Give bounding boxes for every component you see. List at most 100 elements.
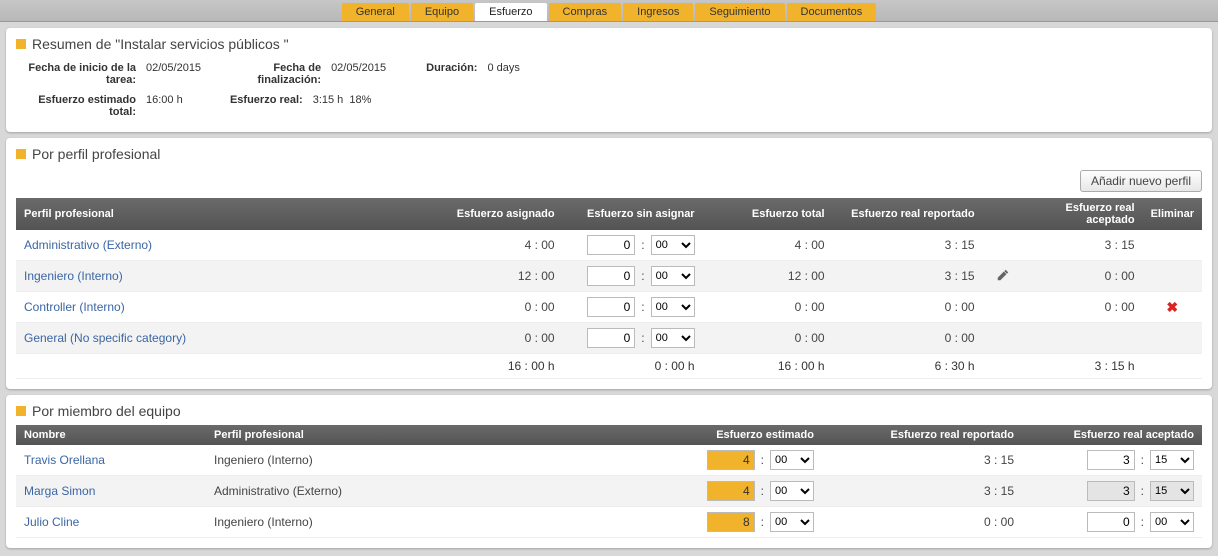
- th-total: Esfuerzo total: [703, 198, 833, 230]
- acc-min-select[interactable]: 00: [1150, 512, 1194, 532]
- tab-compras[interactable]: Compras: [549, 3, 622, 21]
- cell-accepted: 0 : 00: [1023, 261, 1143, 292]
- value-start-date: 02/05/2015: [146, 62, 201, 74]
- acc-hour-input[interactable]: [1087, 450, 1135, 470]
- profile-row: Administrativo (Externo)4 : 00:004 : 003…: [16, 230, 1202, 261]
- unassigned-hour-input[interactable]: [587, 328, 635, 348]
- total-accepted: 3 : 15 h: [1023, 354, 1143, 379]
- profiles-title: Por perfil profesional: [16, 146, 1202, 162]
- th-member-estimated: Esfuerzo estimado: [672, 425, 822, 445]
- est-min-select[interactable]: 00: [770, 512, 814, 532]
- est-min-select[interactable]: 00: [770, 481, 814, 501]
- profiles-table: Perfil profesional Esfuerzo asignado Esf…: [16, 198, 1202, 379]
- profile-link[interactable]: Ingeniero (Interno): [24, 269, 123, 283]
- label-duration: Duración:: [426, 62, 477, 74]
- cell-total: 4 : 00: [703, 230, 833, 261]
- est-min-select[interactable]: 00: [770, 450, 814, 470]
- total-reported: 6 : 30 h: [833, 354, 983, 379]
- est-hour-input[interactable]: [707, 450, 755, 470]
- cell-assigned: 4 : 00: [433, 230, 563, 261]
- tab-esfuerzo[interactable]: Esfuerzo: [475, 3, 546, 21]
- acc-hour-input[interactable]: [1087, 481, 1135, 501]
- cell-member-reported: 0 : 00: [822, 507, 1022, 538]
- th-delete: Eliminar: [1143, 198, 1202, 230]
- unassigned-min-select[interactable]: 00: [651, 235, 695, 255]
- label-est-effort: Esfuerzo estimado total:: [16, 94, 136, 118]
- th-profile: Perfil profesional: [16, 198, 433, 230]
- th-unassigned: Esfuerzo sin asignar: [563, 198, 703, 230]
- cell-reported: 0 : 00: [833, 292, 983, 323]
- label-start-date: Fecha de inicio de la tarea:: [16, 62, 136, 86]
- panel-members: Por miembro del equipo Nombre Perfil pro…: [6, 395, 1212, 548]
- cell-accepted: [1023, 323, 1143, 354]
- cell-reported: 3 : 15: [833, 261, 983, 292]
- value-duration: 0 days: [487, 62, 519, 74]
- profile-link[interactable]: General (No specific category): [24, 331, 186, 345]
- members-table: Nombre Perfil profesional Esfuerzo estim…: [16, 425, 1202, 538]
- cell-accepted: 3 : 15: [1023, 230, 1143, 261]
- th-member-accepted: Esfuerzo real aceptado: [1022, 425, 1202, 445]
- cell-total: 12 : 00: [703, 261, 833, 292]
- delete-icon[interactable]: ✖: [1166, 299, 1178, 315]
- cell-reported: 0 : 00: [833, 323, 983, 354]
- th-accepted: Esfuerzo real aceptado: [1023, 198, 1143, 230]
- cell-assigned: 12 : 00: [433, 261, 563, 292]
- unassigned-hour-input[interactable]: [587, 297, 635, 317]
- tab-bar: GeneralEquipoEsfuerzoComprasIngresosSegu…: [0, 0, 1218, 22]
- summary-title: Resumen de "Instalar servicios públicos …: [16, 36, 1202, 52]
- unassigned-hour-input[interactable]: [587, 266, 635, 286]
- member-row: Julio ClineIngeniero (Interno):000 : 00:…: [16, 507, 1202, 538]
- cell-reported: 3 : 15: [833, 230, 983, 261]
- cell-member-profile: Ingeniero (Interno): [206, 507, 672, 538]
- unassigned-min-select[interactable]: 00: [651, 328, 695, 348]
- est-hour-input[interactable]: [707, 481, 755, 501]
- tab-documentos[interactable]: Documentos: [787, 3, 877, 21]
- th-member-reported: Esfuerzo real reportado: [822, 425, 1022, 445]
- total-unassigned: 0 : 00 h: [563, 354, 703, 379]
- cell-total: 0 : 00: [703, 292, 833, 323]
- cell-accepted: 0 : 00: [1023, 292, 1143, 323]
- value-end-date: 02/05/2015: [331, 62, 386, 74]
- profile-link[interactable]: Controller (Interno): [24, 300, 125, 314]
- panel-summary: Resumen de "Instalar servicios públicos …: [6, 28, 1212, 132]
- unassigned-min-select[interactable]: 00: [651, 266, 695, 286]
- edit-icon[interactable]: [996, 268, 1010, 282]
- unassigned-hour-input[interactable]: [587, 235, 635, 255]
- th-assigned: Esfuerzo asignado: [433, 198, 563, 230]
- tab-equipo[interactable]: Equipo: [411, 3, 473, 21]
- tab-general[interactable]: General: [342, 3, 409, 21]
- tab-seguimiento[interactable]: Seguimiento: [695, 3, 784, 21]
- panel-profiles: Por perfil profesional Añadir nuevo perf…: [6, 138, 1212, 389]
- profile-totals-row: 16 : 00 h0 : 00 h16 : 00 h6 : 30 h3 : 15…: [16, 354, 1202, 379]
- cell-assigned: 0 : 00: [433, 292, 563, 323]
- value-real-effort: 3:15 h 18%: [313, 94, 372, 106]
- th-reported: Esfuerzo real reportado: [833, 198, 983, 230]
- acc-min-select[interactable]: 15: [1150, 450, 1194, 470]
- member-row: Travis OrellanaIngeniero (Interno):003 :…: [16, 445, 1202, 476]
- cell-assigned: 0 : 00: [433, 323, 563, 354]
- acc-min-select[interactable]: 15: [1150, 481, 1194, 501]
- label-end-date: Fecha de finalización:: [241, 62, 321, 86]
- member-row: Marga SimonAdministrativo (Externo):003 …: [16, 476, 1202, 507]
- members-title: Por miembro del equipo: [16, 403, 1202, 419]
- cell-member-reported: 3 : 15: [822, 476, 1022, 507]
- acc-hour-input[interactable]: [1087, 512, 1135, 532]
- cell-member-reported: 3 : 15: [822, 445, 1022, 476]
- value-est-effort: 16:00 h: [146, 94, 183, 106]
- tab-ingresos[interactable]: Ingresos: [623, 3, 693, 21]
- profile-row: Controller (Interno)0 : 00:000 : 000 : 0…: [16, 292, 1202, 323]
- label-real-effort: Esfuerzo real:: [223, 94, 303, 106]
- member-link[interactable]: Julio Cline: [24, 515, 79, 529]
- total-assigned: 16 : 00 h: [433, 354, 563, 379]
- profile-link[interactable]: Administrativo (Externo): [24, 238, 152, 252]
- add-profile-button[interactable]: Añadir nuevo perfil: [1080, 170, 1202, 192]
- profile-row: General (No specific category)0 : 00:000…: [16, 323, 1202, 354]
- unassigned-min-select[interactable]: 00: [651, 297, 695, 317]
- member-link[interactable]: Marga Simon: [24, 484, 95, 498]
- th-member-name: Nombre: [16, 425, 206, 445]
- est-hour-input[interactable]: [707, 512, 755, 532]
- cell-member-profile: Ingeniero (Interno): [206, 445, 672, 476]
- cell-member-profile: Administrativo (Externo): [206, 476, 672, 507]
- member-link[interactable]: Travis Orellana: [24, 453, 105, 467]
- cell-total: 0 : 00: [703, 323, 833, 354]
